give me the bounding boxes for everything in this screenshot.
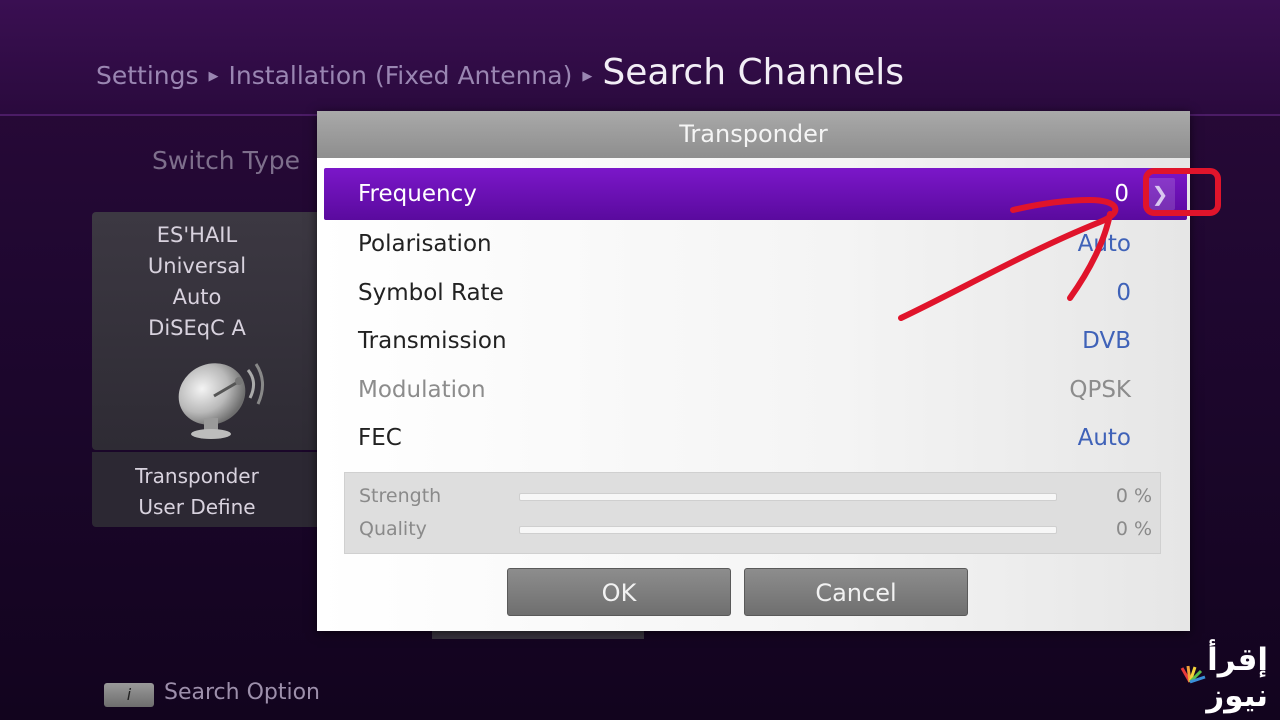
strength-value: 0 % bbox=[1115, 485, 1152, 507]
quality-label: Quality bbox=[359, 518, 427, 540]
quality-bar bbox=[519, 526, 1057, 534]
background-strip bbox=[432, 631, 644, 639]
row-value: DVB bbox=[1082, 328, 1131, 354]
row-polarisation[interactable]: Polarisation Auto bbox=[324, 220, 1187, 269]
row-value: Auto bbox=[1077, 231, 1131, 257]
switch-type-label: Switch Type bbox=[152, 146, 301, 175]
satellite-dish-icon bbox=[178, 363, 264, 439]
breadcrumb-installation[interactable]: Installation (Fixed Antenna) bbox=[229, 61, 573, 90]
transponder-settings-list: Frequency 0 ❯ Polarisation Auto Symbol R… bbox=[324, 168, 1187, 463]
row-label: Polarisation bbox=[358, 231, 492, 257]
info-icon[interactable]: i bbox=[104, 683, 154, 707]
signal-strength-row: Strength 0 % bbox=[345, 480, 1160, 513]
lnb-type: Universal bbox=[147, 254, 247, 278]
row-label: Frequency bbox=[358, 181, 477, 207]
row-transmission[interactable]: Transmission DVB bbox=[324, 317, 1187, 366]
chevron-right-icon[interactable]: ❯ bbox=[1145, 178, 1175, 210]
satellite-name: ES'HAIL bbox=[156, 223, 238, 247]
strength-bar bbox=[519, 493, 1057, 501]
row-value: 0 bbox=[1116, 279, 1131, 306]
row-value: QPSK bbox=[1069, 376, 1131, 403]
quality-value: 0 % bbox=[1115, 518, 1152, 540]
dialog-title: Transponder bbox=[317, 111, 1190, 158]
page-title: Search Channels bbox=[602, 52, 905, 93]
signal-quality-row: Quality 0 % bbox=[345, 513, 1160, 546]
header: Settings ▶ Installation (Fixed Antenna) … bbox=[0, 0, 1280, 116]
cancel-button[interactable]: Cancel bbox=[744, 568, 968, 616]
breadcrumb: Settings ▶ Installation (Fixed Antenna) … bbox=[96, 52, 904, 102]
watermark-text: إقرأ نيوز bbox=[1206, 642, 1268, 714]
transponder-card[interactable]: Transponder User Define bbox=[92, 452, 332, 527]
lnb-power: Auto bbox=[172, 285, 222, 309]
row-value: Auto bbox=[1077, 425, 1131, 451]
diseqc-port: DiSEqC A bbox=[148, 316, 246, 340]
search-option-hint: Search Option bbox=[164, 680, 320, 705]
strength-label: Strength bbox=[359, 485, 442, 507]
row-label: Modulation bbox=[358, 376, 486, 403]
row-label: Symbol Rate bbox=[358, 279, 504, 306]
row-value: 0 bbox=[1114, 181, 1129, 207]
row-label: FEC bbox=[358, 425, 402, 451]
row-symbol-rate[interactable]: Symbol Rate 0 bbox=[324, 269, 1187, 318]
transponder-dialog: Transponder Frequency 0 ❯ Polarisation A… bbox=[317, 111, 1190, 631]
row-frequency[interactable]: Frequency 0 ❯ bbox=[324, 168, 1187, 220]
row-fec[interactable]: FEC Auto bbox=[324, 414, 1187, 463]
breadcrumb-settings[interactable]: Settings bbox=[96, 61, 199, 90]
breadcrumb-separator-icon: ▶ bbox=[582, 69, 593, 84]
breadcrumb-separator-icon: ▶ bbox=[208, 69, 219, 84]
row-modulation: Modulation QPSK bbox=[324, 366, 1187, 415]
signal-panel: Strength 0 % Quality 0 % bbox=[344, 472, 1161, 554]
satellite-card[interactable]: ES'HAIL Universal Auto DiSEqC A bbox=[92, 212, 332, 450]
transponder-mode: User Define bbox=[138, 495, 256, 519]
row-label: Transmission bbox=[358, 328, 507, 354]
watermark-logo: إقرأ نيوز bbox=[1138, 642, 1268, 716]
transponder-label: Transponder bbox=[135, 464, 259, 488]
ok-button[interactable]: OK bbox=[507, 568, 731, 616]
